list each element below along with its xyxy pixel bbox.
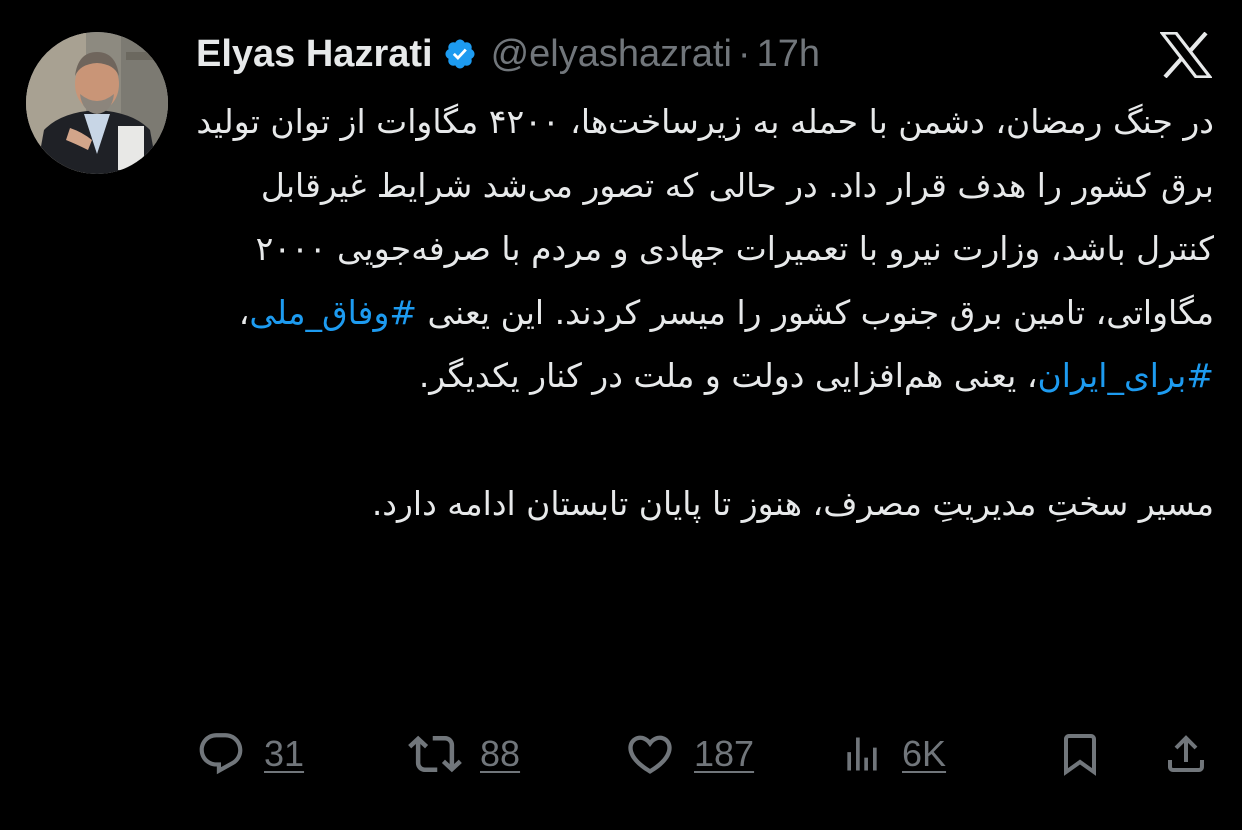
share-button[interactable]	[1162, 722, 1210, 786]
avatar-image	[26, 32, 168, 174]
tweet[interactable]: Elyas Hazrati @elyashazrati · 17h در جنگ…	[0, 0, 1242, 830]
like-button[interactable]: 187	[624, 722, 754, 786]
post-paragraph-1: در جنگ رمضان، دشمن با حمله به زیرساخت‌ها…	[190, 90, 1214, 408]
hashtag-baraye-iran[interactable]: #برای_ایران	[1037, 356, 1214, 395]
repost-count: 88	[480, 733, 521, 774]
reply-button[interactable]: 31	[196, 722, 304, 786]
views-chart-icon	[847, 737, 877, 771]
reply-icon	[199, 733, 243, 775]
heart-icon	[628, 735, 672, 774]
post-text-2: ، یعنی هم‌افزایی دولت و ملت در کنار یکدی…	[418, 356, 1038, 396]
repost-icon	[408, 735, 462, 773]
share-icon	[1168, 735, 1204, 772]
post-body: در جنگ رمضان، دشمن با حمله به زیرساخت‌ها…	[190, 90, 1214, 535]
reply-count: 31	[264, 733, 305, 774]
hashtag-vefagh-melli[interactable]: #وفاق_ملی	[249, 293, 417, 332]
repost-button[interactable]: 88	[408, 722, 520, 786]
hashtag-separator: ،	[238, 292, 250, 332]
views-button[interactable]: 6K	[840, 722, 946, 786]
bookmark-button[interactable]	[1056, 722, 1104, 786]
bookmark-icon	[1064, 734, 1096, 776]
action-bar: 31 88 187 6K	[196, 722, 1216, 786]
avatar[interactable]	[26, 32, 168, 174]
views-count: 6K	[902, 733, 947, 774]
separator-dot: ·	[737, 32, 751, 75]
post-paragraph-2: مسیر سختِ مدیریتِ مصرف، هنوز تا پایان تا…	[371, 483, 1214, 523]
x-logo-icon[interactable]	[1158, 31, 1214, 79]
post-header: Elyas Hazrati @elyashazrati · 17h	[196, 28, 820, 80]
verified-badge-icon	[443, 37, 477, 71]
like-count: 187	[694, 733, 755, 774]
user-handle[interactable]: @elyashazrati	[491, 33, 732, 76]
display-name[interactable]: Elyas Hazrati	[196, 33, 433, 76]
post-time[interactable]: 17h	[757, 33, 820, 76]
